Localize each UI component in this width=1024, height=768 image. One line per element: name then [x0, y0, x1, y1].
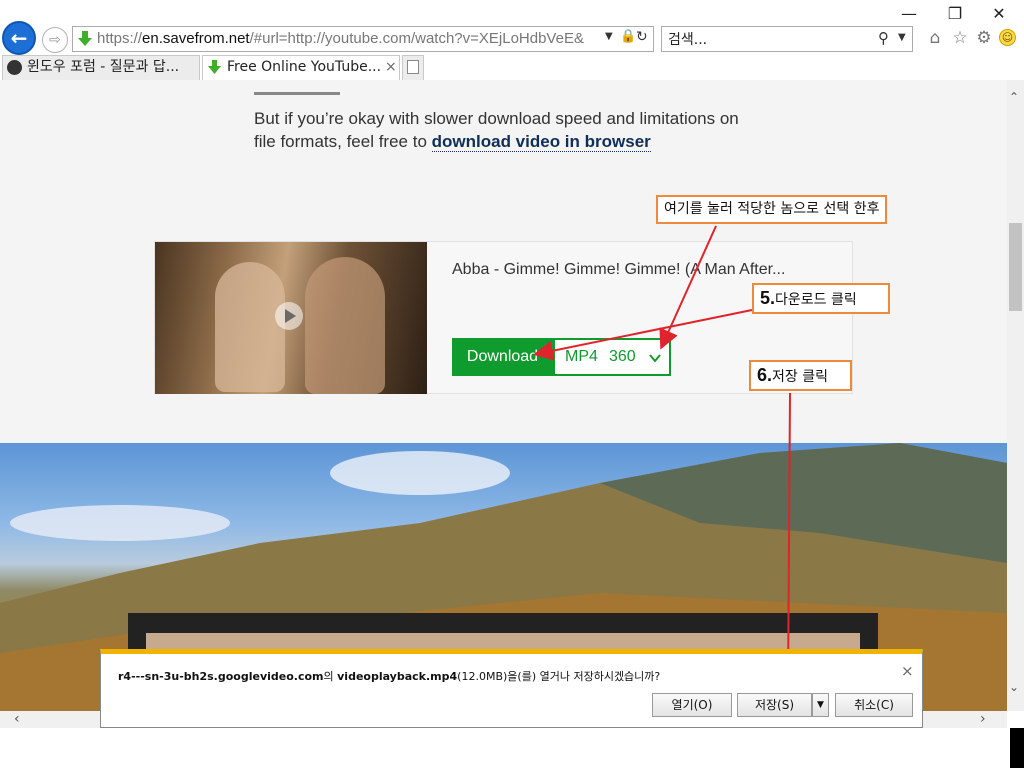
search-dropdown-icon[interactable]: ▼ [898, 32, 906, 43]
scroll-thumb[interactable] [1009, 223, 1022, 311]
dropdown-icon[interactable]: ▼ [605, 31, 613, 42]
dark-edge [1010, 728, 1024, 768]
address-url: https://en.savefrom.net/#url=http://yout… [97, 30, 584, 47]
search-icon[interactable]: ⚲ [878, 29, 889, 47]
scroll-right-icon[interactable]: › [980, 711, 986, 727]
tab-savefrom[interactable]: Free Online YouTube... × [202, 55, 400, 80]
back-arrow-icon: ← [10, 26, 28, 50]
scroll-down-icon[interactable]: ⌄ [1009, 680, 1019, 694]
forum-icon [7, 60, 22, 75]
close-tab-icon[interactable]: × [385, 56, 397, 79]
favorites-star-icon[interactable]: ☆ [950, 28, 970, 48]
address-bar[interactable]: https://en.savefrom.net/#url=http://yout… [72, 26, 654, 52]
smiley-feedback-icon[interactable]: ☺ [999, 29, 1016, 46]
forward-button[interactable]: ⇨ [42, 27, 68, 53]
open-button[interactable]: 열기(O) [652, 693, 732, 717]
refresh-icon[interactable]: ↻ [636, 29, 648, 45]
vertical-scrollbar[interactable]: ⌃ ⌄ [1007, 80, 1024, 711]
back-button[interactable]: ← [2, 21, 36, 55]
tab-label: 윈도우 포럼 - 질문과 답... [27, 59, 180, 75]
web-page: But if you’re okay with slower download … [0, 80, 1007, 711]
savefrom-icon [208, 60, 221, 74]
save-button[interactable]: 저장(S) [737, 693, 812, 717]
search-input[interactable] [666, 29, 870, 51]
close-dialog-icon[interactable]: × [901, 662, 914, 680]
minimize-icon[interactable]: — [886, 0, 932, 28]
close-window-icon[interactable]: ✕ [976, 0, 1022, 28]
new-tab-icon [407, 60, 419, 74]
restore-icon[interactable]: ❐ [932, 0, 978, 28]
tab-label: Free Online YouTube... [227, 59, 382, 75]
gear-icon[interactable]: ⚙ [974, 28, 994, 48]
scroll-up-icon[interactable]: ⌃ [1009, 90, 1019, 104]
scroll-left-icon[interactable]: ‹ [14, 711, 20, 727]
new-tab-button[interactable] [402, 55, 424, 80]
tab-forum[interactable]: 윈도우 포럼 - 질문과 답... [2, 55, 200, 80]
download-message: r4---sn-3u-bh2s.googlevideo.com의 videopl… [118, 670, 661, 683]
home-icon[interactable]: ⌂ [925, 28, 945, 48]
save-options-dropdown[interactable]: ▼ [812, 693, 829, 717]
cancel-button[interactable]: 취소(C) [835, 693, 913, 717]
search-box[interactable]: ⚲ ▼ [661, 26, 913, 52]
savefrom-icon [78, 31, 92, 46]
annotation-arrows [533, 225, 799, 694]
lock-icon[interactable]: 🔒 [620, 29, 636, 44]
